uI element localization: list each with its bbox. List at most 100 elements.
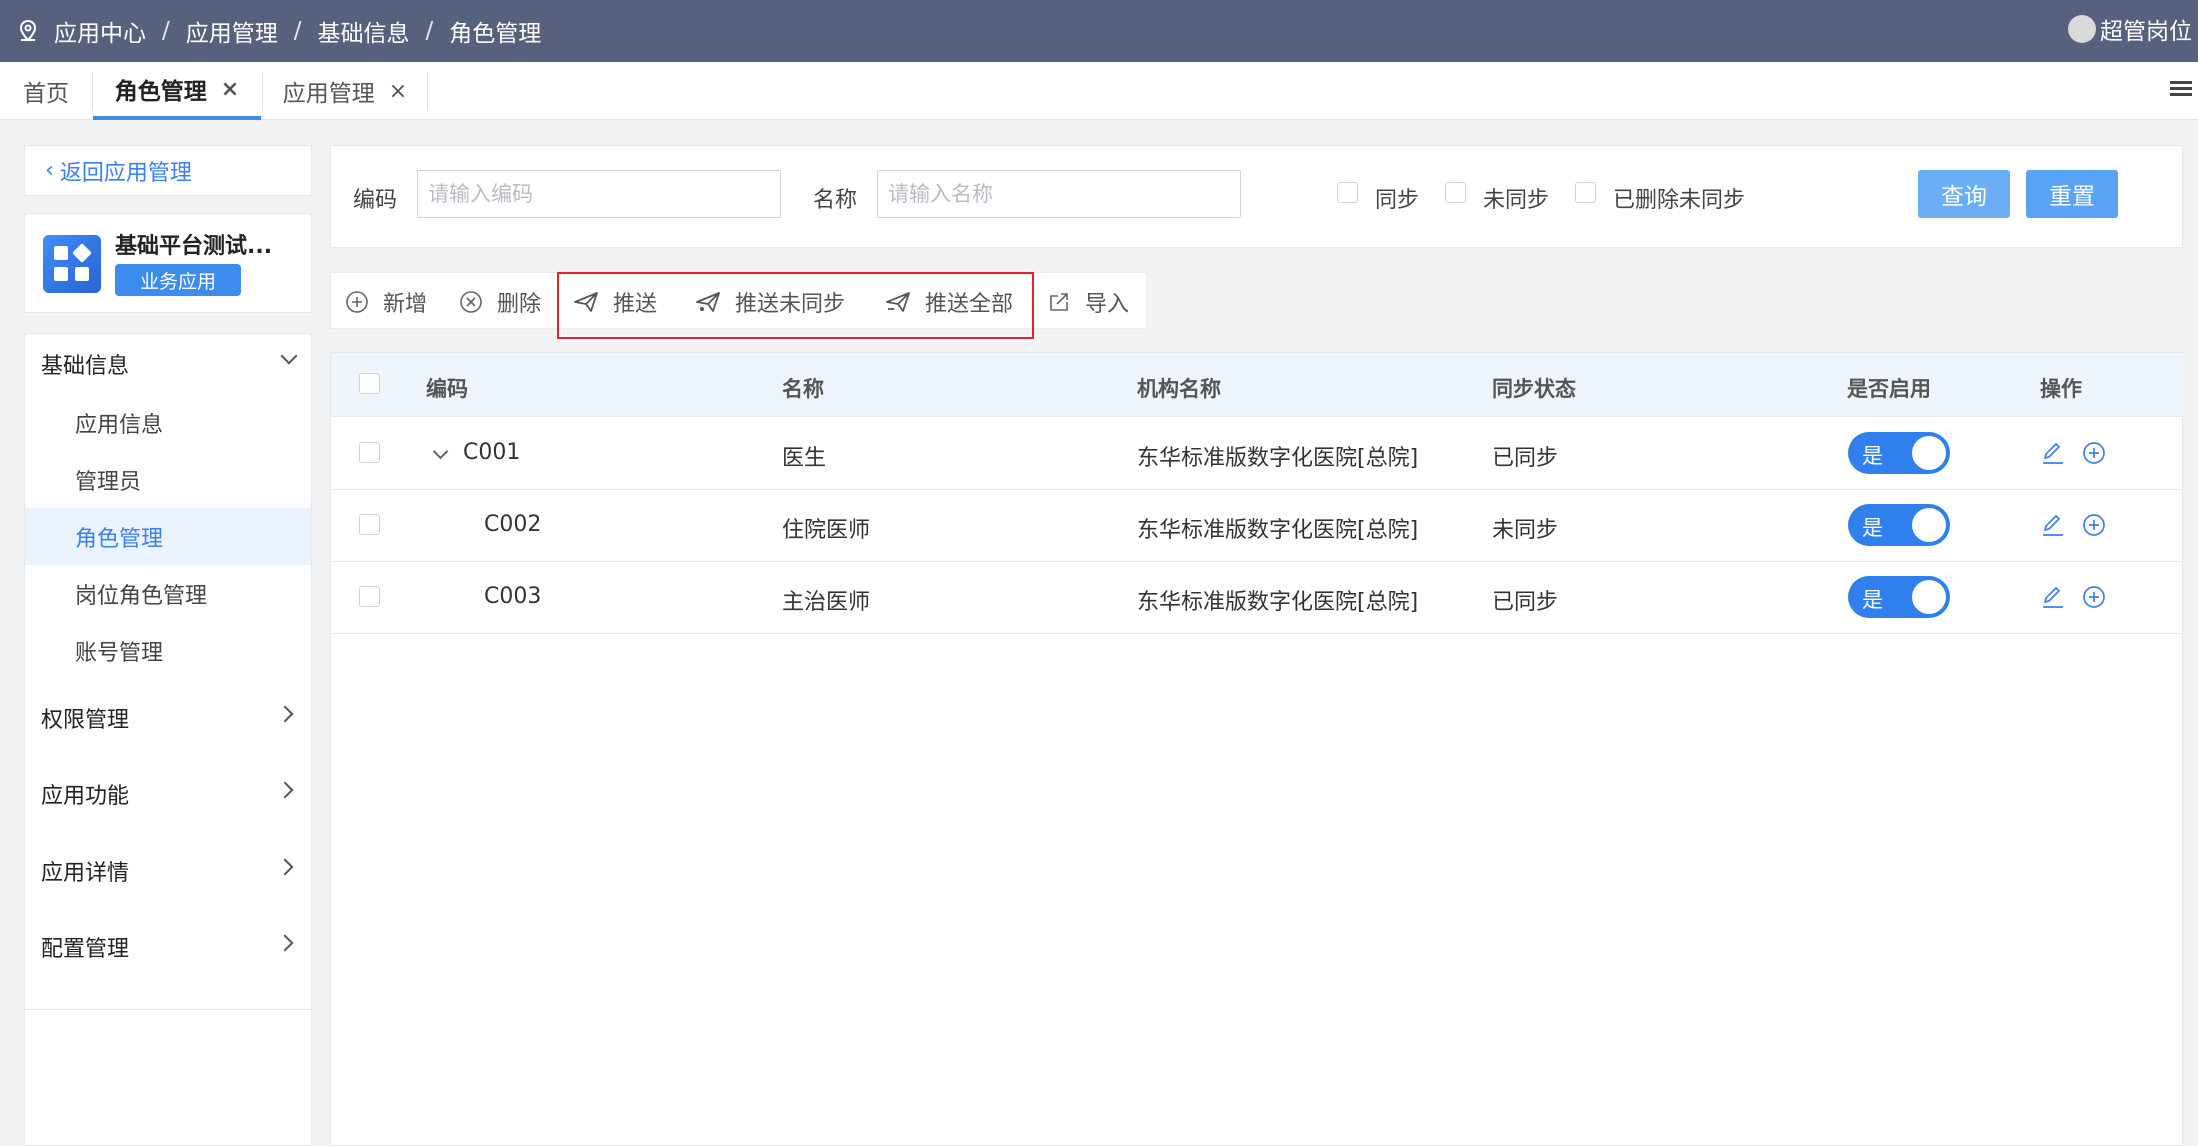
deleted-unsynced-label: 已删除未同步 bbox=[1613, 188, 1746, 213]
add-button[interactable]: 新增 bbox=[345, 273, 427, 330]
chevron-right-icon bbox=[276, 705, 294, 723]
sidebar-item-label: 管理员 bbox=[75, 469, 142, 495]
hamburger-menu-icon[interactable] bbox=[2170, 78, 2192, 100]
cell-org: 东华标准版数字化医院[总院] bbox=[1137, 518, 1419, 543]
nav-group-label: 权限管理 bbox=[41, 708, 130, 733]
sidebar-item-label: 角色管理 bbox=[75, 526, 164, 552]
sidebar-nav: 基础信息 应用信息 管理员 角色管理 岗位角色管理 账号管理 权限管理 应用功能… bbox=[24, 333, 312, 1146]
breadcrumb-separator: / bbox=[162, 18, 170, 44]
sidebar-item-post-role-manage[interactable]: 岗位角色管理 bbox=[25, 565, 311, 622]
highlight-box bbox=[557, 272, 1034, 339]
tab-divider bbox=[427, 72, 428, 110]
nav-group-permission[interactable]: 权限管理 bbox=[25, 688, 311, 748]
plus-circle-icon bbox=[346, 290, 368, 313]
import-button[interactable]: 导入 bbox=[1047, 273, 1129, 330]
column-header-sync-status[interactable]: 同步状态 bbox=[1492, 373, 1576, 403]
sidebar-item-role-manage[interactable]: 角色管理 bbox=[25, 508, 311, 565]
sidebar-item-admin[interactable]: 管理员 bbox=[25, 451, 311, 508]
table-row[interactable]: C001 医生 东华标准版数字化医院[总院] 已同步 是 bbox=[331, 418, 2184, 490]
synced-checkbox[interactable] bbox=[1337, 182, 1358, 203]
search-panel: 编码 名称 同步 未同步 已删除未同步 查询 重置 bbox=[330, 145, 2183, 248]
sidebar-item-app-info[interactable]: 应用信息 bbox=[25, 394, 311, 451]
column-header-org[interactable]: 机构名称 bbox=[1137, 373, 1221, 403]
sidebar-item-label: 岗位角色管理 bbox=[75, 583, 208, 609]
nav-group-label: 应用功能 bbox=[41, 784, 130, 809]
user-name: 超管岗位 bbox=[2100, 19, 2192, 45]
add-child-icon[interactable] bbox=[2081, 512, 2107, 538]
import-label: 导入 bbox=[1085, 291, 1130, 317]
tab-bar: 首页 角色管理 × 应用管理 × bbox=[0, 62, 2198, 120]
nav-group-app-function[interactable]: 应用功能 bbox=[25, 764, 311, 824]
enabled-toggle[interactable]: 是 bbox=[1848, 576, 1950, 618]
divider bbox=[25, 1009, 311, 1010]
delete-button[interactable]: 删除 bbox=[459, 273, 541, 330]
nav-group-label: 配置管理 bbox=[41, 937, 130, 962]
table-row[interactable]: C002 住院医师 东华标准版数字化医院[总院] 未同步 是 bbox=[331, 490, 2184, 562]
cell-sync-status: 已同步 bbox=[1492, 446, 1559, 471]
name-label: 名称 bbox=[813, 188, 858, 213]
nav-group-config[interactable]: 配置管理 bbox=[25, 917, 311, 977]
edit-icon[interactable] bbox=[2040, 440, 2066, 466]
close-icon[interactable]: × bbox=[389, 79, 407, 104]
synced-label: 同步 bbox=[1375, 188, 1420, 213]
x-circle-icon bbox=[460, 290, 482, 313]
cell-name: 住院医师 bbox=[782, 518, 871, 543]
enabled-toggle[interactable]: 是 bbox=[1848, 432, 1950, 474]
sidebar-item-account-manage[interactable]: 账号管理 bbox=[25, 622, 311, 679]
breadcrumb-item-basic-info[interactable]: 基础信息 bbox=[318, 14, 410, 48]
cell-name: 医生 bbox=[782, 446, 827, 471]
deleted-unsynced-checkbox[interactable] bbox=[1575, 182, 1596, 203]
tab-app-manage[interactable]: 应用管理 × bbox=[263, 62, 427, 120]
cell-org: 东华标准版数字化医院[总院] bbox=[1137, 590, 1419, 615]
tab-home[interactable]: 首页 bbox=[0, 62, 92, 120]
row-checkbox[interactable] bbox=[359, 514, 380, 535]
back-label: 返回应用管理 bbox=[59, 160, 192, 186]
breadcrumb-item-app-center[interactable]: 应用中心 bbox=[54, 14, 146, 48]
tab-role-manage[interactable]: 角色管理 × bbox=[93, 62, 261, 120]
chevron-down-icon[interactable] bbox=[432, 443, 449, 460]
unsynced-checkbox[interactable] bbox=[1445, 182, 1466, 203]
app-name: 基础平台测试... bbox=[115, 234, 273, 259]
nav-group-app-detail[interactable]: 应用详情 bbox=[25, 841, 311, 901]
close-icon[interactable]: × bbox=[221, 77, 239, 102]
code-input[interactable] bbox=[417, 170, 781, 218]
edit-icon[interactable] bbox=[2040, 512, 2066, 538]
app-card: 基础平台测试... 业务应用 bbox=[24, 213, 312, 313]
edit-icon[interactable] bbox=[2040, 584, 2066, 610]
breadcrumb-item-app-manage[interactable]: 应用管理 bbox=[186, 14, 278, 48]
column-header-actions: 操作 bbox=[2040, 377, 2082, 401]
column-header-name[interactable]: 名称 bbox=[782, 373, 824, 403]
nav-group-basic-info[interactable]: 基础信息 bbox=[25, 334, 311, 394]
user-menu[interactable]: 超管岗位 bbox=[2068, 0, 2192, 58]
query-button[interactable]: 查询 bbox=[1918, 170, 2010, 218]
chevron-right-icon bbox=[276, 858, 294, 876]
code-label: 编码 bbox=[353, 188, 398, 213]
reset-button[interactable]: 重置 bbox=[2026, 170, 2118, 218]
delete-label: 删除 bbox=[497, 291, 542, 317]
row-checkbox[interactable] bbox=[359, 586, 380, 607]
cell-sync-status: 已同步 bbox=[1492, 590, 1559, 615]
app-grid-icon bbox=[43, 235, 101, 293]
breadcrumb-separator: / bbox=[293, 18, 302, 44]
unsynced-label: 未同步 bbox=[1483, 188, 1550, 213]
back-to-app-manage-link[interactable]: ‹ 返回应用管理 bbox=[24, 145, 312, 196]
breadcrumb: 应用中心 / 应用管理 / 基础信息 / 角色管理 bbox=[16, 0, 541, 62]
select-all-checkbox[interactable] bbox=[359, 373, 380, 394]
chevron-down-icon bbox=[280, 347, 298, 365]
cell-name: 主治医师 bbox=[782, 590, 871, 615]
app-type-badge: 业务应用 bbox=[115, 264, 241, 296]
enabled-toggle[interactable]: 是 bbox=[1848, 504, 1950, 546]
table-row[interactable]: C003 主治医师 东华标准版数字化医院[总院] 已同步 是 bbox=[331, 562, 2184, 634]
add-child-icon[interactable] bbox=[2081, 584, 2107, 610]
top-bar: 应用中心 / 应用管理 / 基础信息 / 角色管理 超管岗位 bbox=[0, 0, 2198, 62]
sidebar-item-label: 应用信息 bbox=[75, 412, 164, 438]
cell-org: 东华标准版数字化医院[总院] bbox=[1137, 446, 1419, 471]
column-header-enabled[interactable]: 是否启用 bbox=[1847, 373, 1931, 403]
chevron-right-icon bbox=[276, 934, 294, 952]
add-label: 新增 bbox=[383, 291, 428, 317]
chevron-left-icon: ‹ bbox=[45, 158, 54, 183]
row-checkbox[interactable] bbox=[359, 442, 380, 463]
name-input[interactable] bbox=[877, 170, 1241, 218]
column-header-code[interactable]: 编码 bbox=[426, 373, 468, 403]
add-child-icon[interactable] bbox=[2081, 440, 2107, 466]
